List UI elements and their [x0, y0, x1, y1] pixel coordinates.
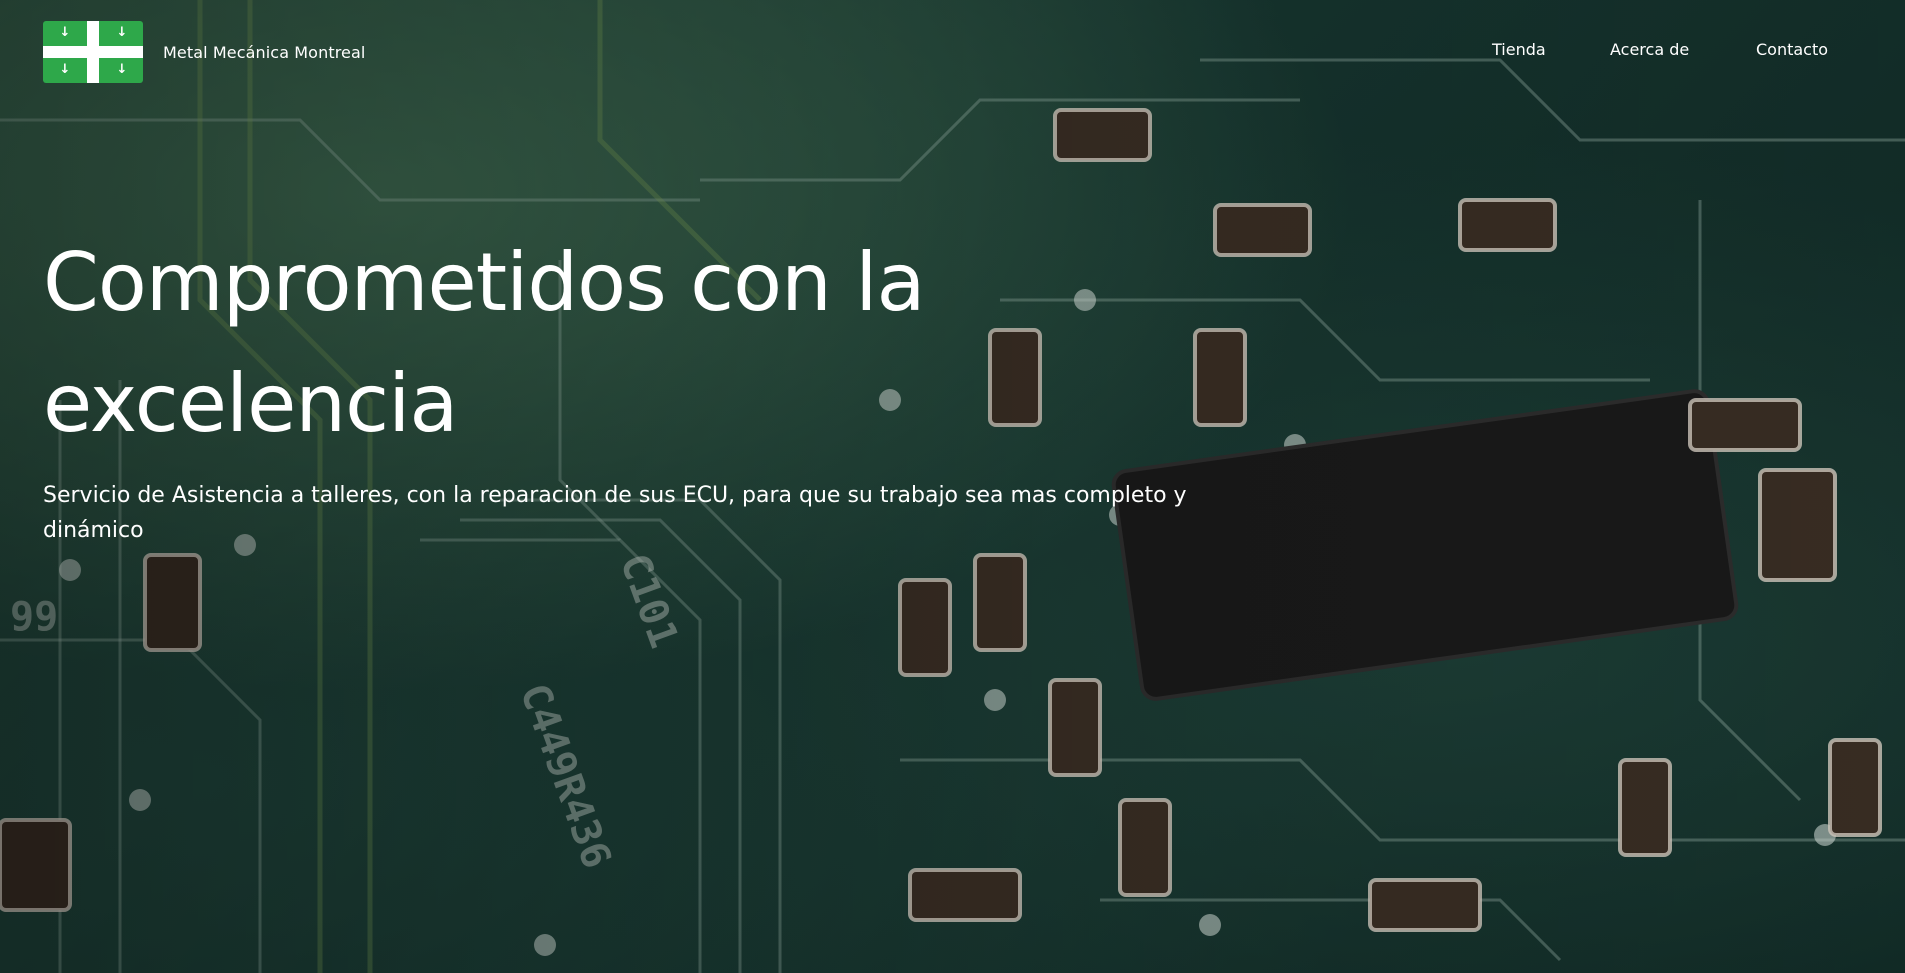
- arrow-down-icon: ↓: [116, 62, 128, 77]
- arrow-down-icon: ↓: [59, 25, 71, 40]
- green-flag-cross-with-arrows-logo: ↓ ↓ ↓ ↓: [43, 21, 143, 83]
- hero-subtitle: Servicio de Asistencia a talleres, con l…: [43, 483, 1187, 543]
- nav-link-contacto[interactable]: Contacto: [1756, 38, 1828, 62]
- nav-link-acerca-de[interactable]: Acerca de: [1610, 38, 1689, 62]
- hero-title: Comprometidos con la excelencia: [43, 236, 925, 450]
- top-navbar: ↓ ↓ ↓ ↓ Metal Mecánica Montreal Tienda A…: [0, 0, 1905, 100]
- brand-link[interactable]: ↓ ↓ ↓ ↓ Metal Mecánica Montreal: [43, 21, 365, 83]
- nav-link-tienda[interactable]: Tienda: [1492, 38, 1546, 62]
- logo-cross-horizontal: [43, 46, 143, 58]
- brand-name: Metal Mecánica Montreal: [163, 42, 366, 62]
- hero-section: Comprometidos con la excelencia Servicio…: [43, 222, 1283, 548]
- arrow-down-icon: ↓: [59, 62, 71, 77]
- arrow-down-icon: ↓: [116, 25, 128, 40]
